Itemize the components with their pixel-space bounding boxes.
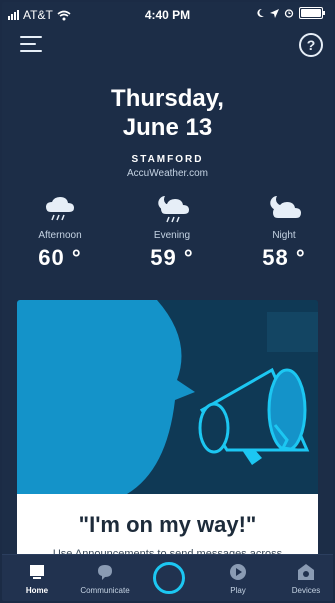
nav-label: Play bbox=[230, 586, 246, 595]
forecast-night: Night 58 ° bbox=[244, 194, 324, 271]
forecast-period-label: Afternoon bbox=[38, 230, 82, 241]
location-arrow-icon bbox=[270, 8, 279, 18]
card-title: "I'm on my way!" bbox=[78, 512, 257, 537]
forecast-temp: 58 ° bbox=[262, 245, 306, 270]
help-circle-icon[interactable]: ? bbox=[299, 33, 323, 57]
date-day: June 13 bbox=[122, 114, 213, 141]
moon-cloud-rain-icon bbox=[158, 196, 189, 223]
forecast-period-label: Evening bbox=[153, 230, 191, 241]
megaphone-icon bbox=[17, 300, 318, 494]
nav-play[interactable]: Play bbox=[208, 563, 268, 595]
forecast-evening: Evening 59 ° bbox=[132, 194, 212, 271]
nav-label: Communicate bbox=[80, 586, 130, 595]
forecast-temp: 60 ° bbox=[38, 245, 82, 270]
battery-icon bbox=[299, 7, 325, 19]
app-screen: AT&T 4:40 PM ? Thursday, June 13 STAMFOR… bbox=[2, 2, 333, 601]
forecast-period-label: Night bbox=[272, 230, 296, 241]
nav-home[interactable]: Home bbox=[7, 563, 67, 595]
nav-devices[interactable]: Devices bbox=[276, 563, 333, 595]
alexa-button-icon[interactable] bbox=[153, 562, 185, 594]
forecast-temp: 59 ° bbox=[150, 245, 194, 270]
date-weekday: Thursday, bbox=[111, 85, 224, 112]
rain-cloud-icon bbox=[46, 197, 74, 221]
hamburger-menu-icon[interactable] bbox=[20, 36, 42, 52]
weather-source[interactable]: AccuWeather.com bbox=[2, 168, 333, 179]
location-city: STAMFORD bbox=[131, 154, 204, 165]
moon-icon bbox=[257, 8, 264, 17]
forecast-afternoon: Afternoon 60 ° bbox=[20, 194, 100, 271]
devices-icon bbox=[298, 564, 314, 580]
chat-bubble-icon bbox=[98, 565, 112, 580]
play-icon bbox=[230, 564, 246, 580]
home-icon bbox=[30, 565, 44, 579]
status-bar: AT&T 4:40 PM bbox=[2, 2, 333, 26]
moon-cloud-icon bbox=[270, 196, 301, 218]
alarm-icon bbox=[284, 9, 294, 18]
nav-communicate[interactable]: Communicate bbox=[75, 563, 135, 595]
announcement-card[interactable]: "I'm on my way!" Use Announcements to se… bbox=[17, 300, 318, 560]
nav-label: Home bbox=[25, 586, 49, 595]
nav-label: Devices bbox=[291, 586, 321, 595]
